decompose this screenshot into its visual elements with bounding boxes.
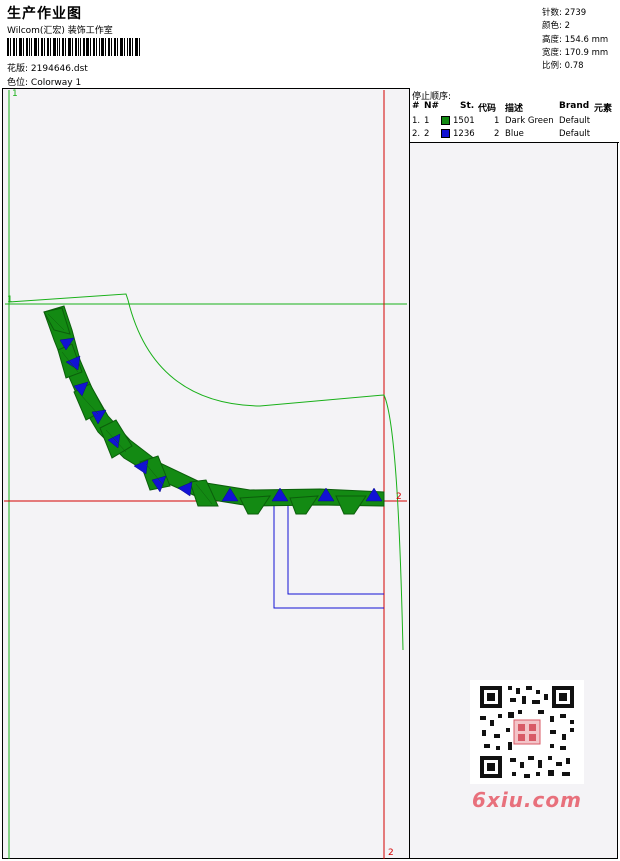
marker-red-bottom: 2 [388, 848, 394, 858]
marker-red-right: 2 [396, 492, 402, 502]
green-fan-group [43, 307, 367, 515]
watermark-logo: 6xiu.com [472, 788, 582, 812]
qr-code [470, 680, 584, 784]
marker-green-top: 1 [12, 89, 18, 99]
blue-connector-path [273, 506, 384, 609]
marker-green-left: 1 [7, 295, 13, 305]
